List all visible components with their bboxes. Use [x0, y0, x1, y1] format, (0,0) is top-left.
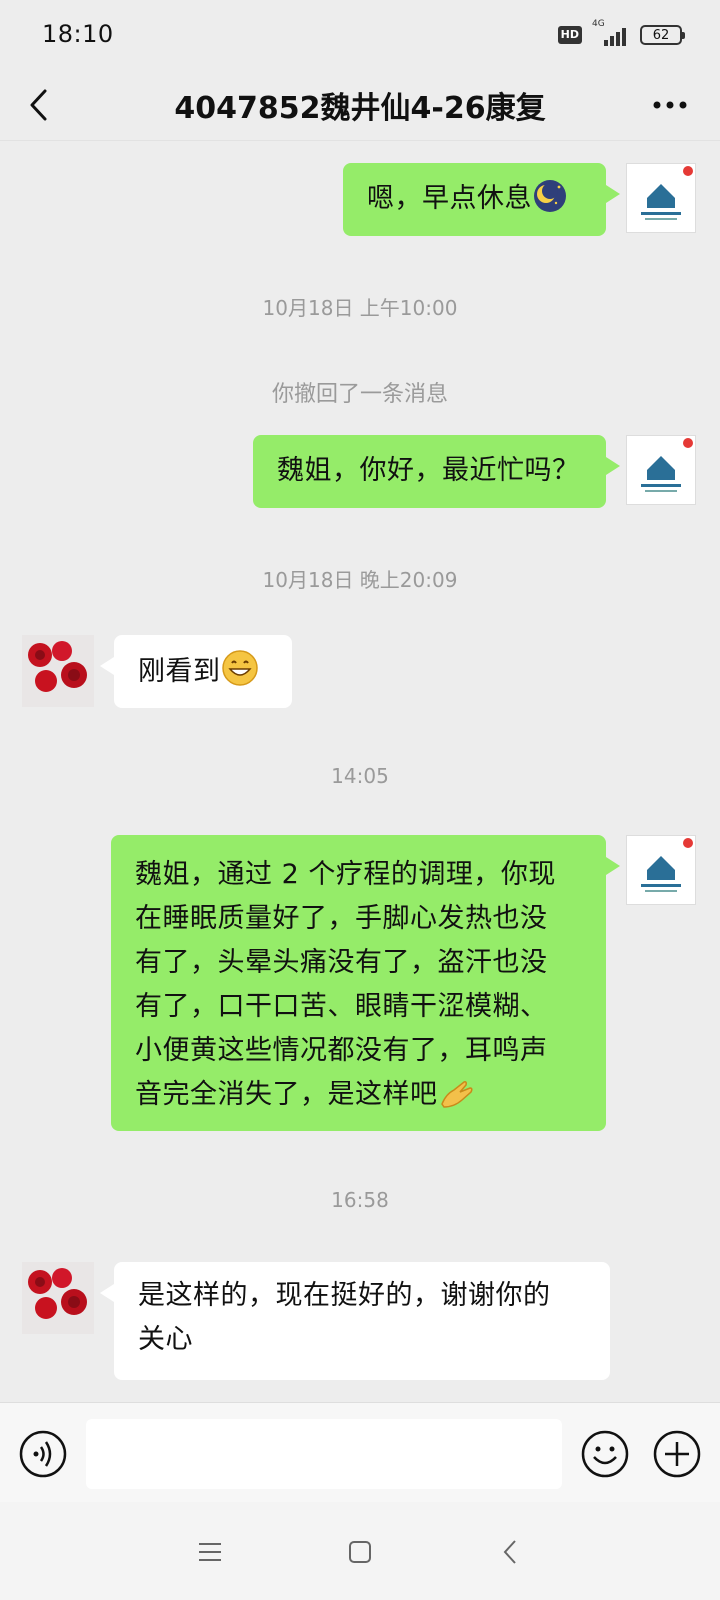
recall-notice: 你撤回了一条消息 — [271, 382, 448, 407]
more-functions-button[interactable] — [652, 1429, 702, 1479]
message-line: 是这样的，现在挺好的，谢谢你的 — [138, 1280, 551, 1311]
battery-level: 62 — [652, 27, 670, 43]
unread-dot — [683, 166, 693, 176]
nav-back-button[interactable] — [490, 1532, 530, 1572]
home-icon — [349, 1541, 371, 1563]
timestamp: 16:58 — [331, 1188, 389, 1212]
roses-avatar-icon — [22, 1262, 94, 1334]
back-button[interactable] — [18, 80, 58, 130]
message-text: 魏姐，你好，最近忙吗？ — [277, 455, 580, 486]
network-type: 4G — [592, 19, 605, 29]
my-avatar[interactable] — [626, 163, 696, 233]
contact-avatar[interactable] — [22, 635, 94, 707]
contact-avatar[interactable] — [22, 1262, 94, 1334]
back-arrow-icon — [30, 89, 47, 121]
my-avatar[interactable] — [626, 835, 696, 905]
emoji-button[interactable] — [580, 1429, 630, 1479]
message-bubble-me[interactable]: 魏姐，通过 2 个疗程的调理，你现 在睡眠质量好了，手脚心发热也没 有了，头晕头… — [111, 835, 620, 1131]
status-indicators: HD 4G 62 — [557, 19, 685, 48]
ok-hand-emoji-icon — [438, 1076, 476, 1124]
plus-icon — [653, 1430, 701, 1478]
more-icon — [653, 101, 687, 109]
message-line: 在睡眠质量好了，手脚心发热也没 — [135, 903, 548, 934]
message-line: 小便黄这些情况都没有了，耳鸣声 — [135, 1035, 548, 1066]
grin-emoji-icon — [221, 649, 259, 701]
my-avatar[interactable] — [626, 435, 696, 505]
chat-title: 4047852魏井仙4-26康复 — [174, 91, 546, 126]
system-nav-bar — [0, 1502, 720, 1600]
message-line: 有了，头晕头痛没有了，盗汗也没 — [135, 947, 548, 978]
recents-button[interactable] — [190, 1532, 230, 1572]
back-icon — [503, 1540, 516, 1564]
home-button[interactable] — [340, 1532, 380, 1572]
moon-emoji-icon — [532, 178, 568, 228]
hd-badge: HD — [557, 26, 582, 44]
battery-icon: 62 — [640, 25, 685, 45]
status-time: 18:10 — [42, 20, 114, 48]
timestamp: 10月18日 晚上20:09 — [262, 568, 458, 592]
message-line: 音完全消失了，是这样吧 — [135, 1079, 438, 1110]
menu-icon — [199, 1543, 221, 1561]
message-line: 关心 — [138, 1324, 193, 1355]
message-line: 有了，口干口苦、眼睛干涩模糊、 — [135, 991, 548, 1022]
message-bubble-other[interactable]: 是这样的，现在挺好的，谢谢你的 关心 — [100, 1262, 610, 1380]
voice-button[interactable] — [18, 1429, 68, 1479]
emoji-icon — [581, 1430, 629, 1478]
more-button[interactable] — [648, 88, 692, 122]
voice-icon — [19, 1430, 67, 1478]
input-bar — [0, 1402, 720, 1503]
timestamp: 10月18日 上午10:00 — [262, 296, 458, 320]
message-text: 刚看到 — [138, 656, 221, 687]
signal-icon: 4G — [590, 19, 632, 48]
unread-dot — [683, 438, 693, 448]
chat-header: 4047852魏井仙4-26康复 — [0, 70, 720, 141]
message-input[interactable] — [86, 1419, 562, 1489]
roses-avatar-icon — [22, 635, 94, 707]
message-bubble-other[interactable]: 刚看到 — [100, 635, 292, 708]
message-line: 魏姐，通过 2 个疗程的调理，你现 — [135, 859, 556, 890]
timestamp: 14:05 — [331, 764, 389, 788]
message-text: 嗯，早点休息 — [367, 183, 532, 214]
message-bubble-me[interactable]: 嗯，早点休息 — [343, 163, 620, 236]
message-bubble-me[interactable]: 魏姐，你好，最近忙吗？ — [253, 435, 620, 508]
status-bar: 18:10 HD 4G 62 — [0, 0, 720, 70]
unread-dot — [683, 838, 693, 848]
